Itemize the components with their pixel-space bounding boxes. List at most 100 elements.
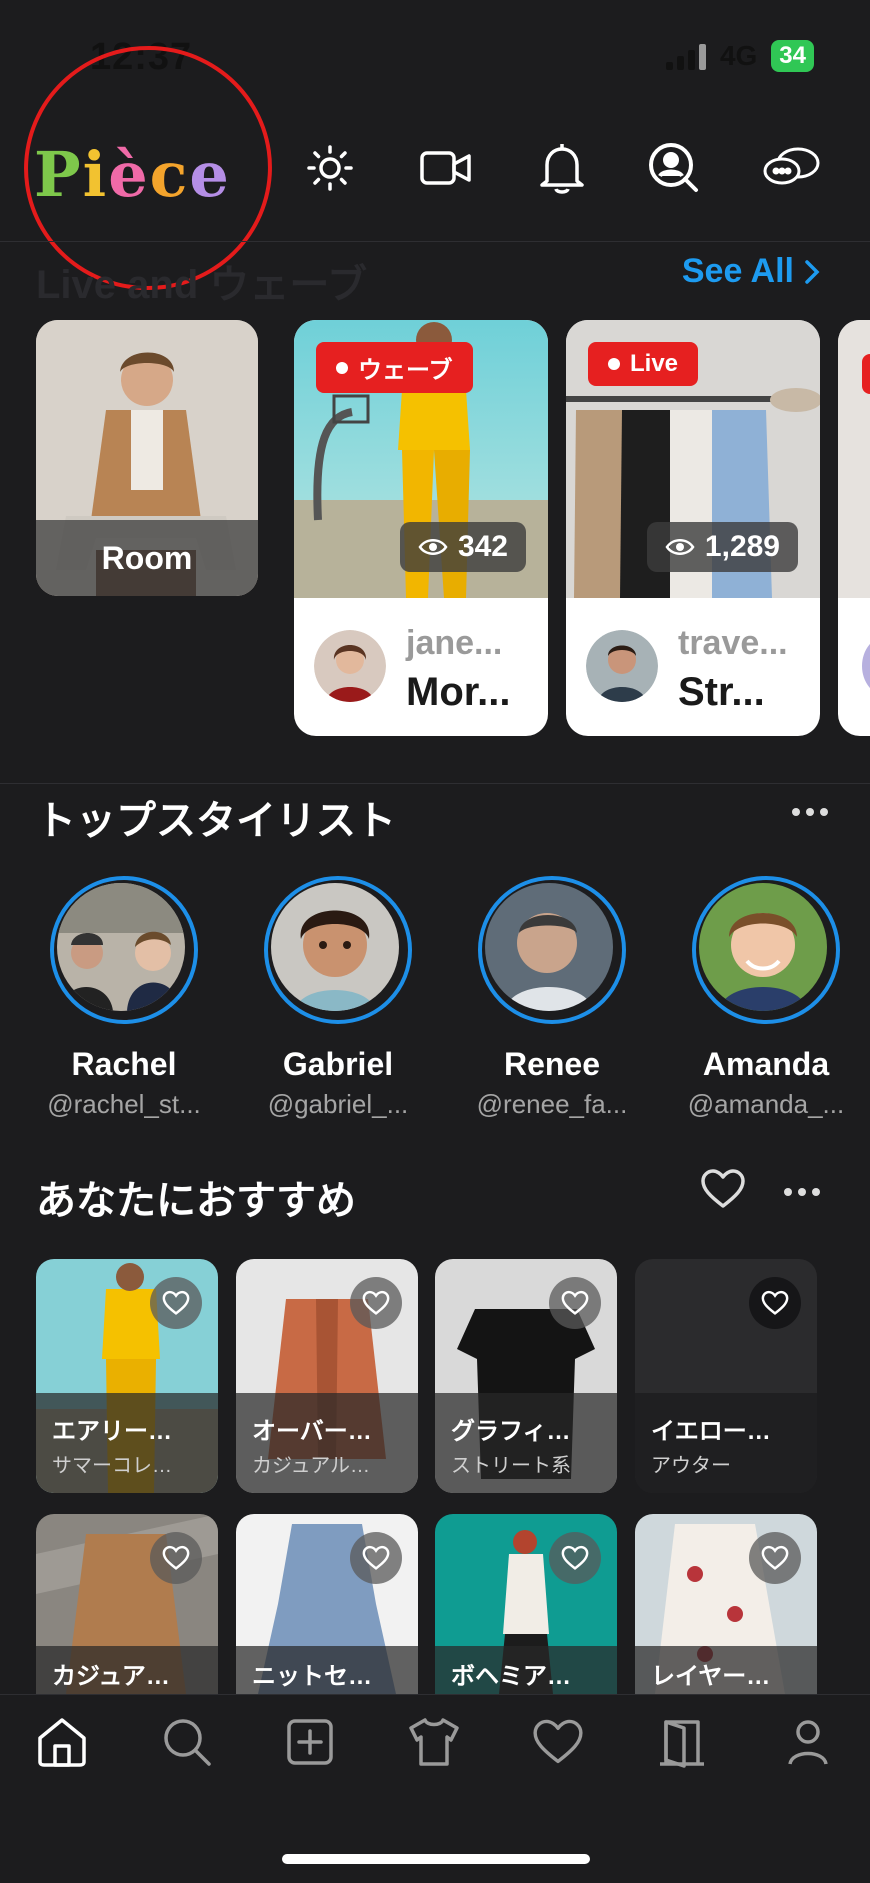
heart-icon [162,1290,190,1315]
stylist-item[interactable]: Rachel @rachel_st... [24,876,224,1120]
room-card[interactable]: Room [36,320,258,596]
product-card[interactable]: ニットセ… [236,1514,418,1694]
stylist-item[interactable]: Amanda @amanda_... [666,876,866,1120]
like-button[interactable] [549,1277,601,1329]
bell-icon[interactable] [534,140,590,196]
product-title: イエロー… [651,1418,771,1445]
eye-icon [665,539,695,555]
product-card[interactable]: イエロー… アウター [635,1259,817,1493]
chat-bubbles-icon[interactable] [760,140,824,196]
stylist-name: Amanda [702,1046,830,1082]
see-all-label: See All [681,252,794,290]
product-card[interactable]: カジュア… [36,1514,218,1694]
stylist-name: Renee [503,1046,601,1082]
product-title: オーバー… [252,1418,372,1445]
network-label: 4G [719,40,758,71]
like-button[interactable] [350,1532,402,1584]
product-card[interactable]: レイヤー… [635,1514,817,1694]
chevron-right-icon [805,259,820,284]
stylists-section-title: トップスタイリスト [36,799,396,843]
stylist-item[interactable]: Gabriel @gabriel_... [238,876,438,1120]
product-label: カジュア… [36,1646,218,1694]
stylist-handle: @renee_fa... [476,1089,628,1119]
live-username: jane... [406,624,503,662]
view-count: 1,289 [646,522,798,572]
live-badge: Live [588,342,699,386]
status-indicators: 4G 34 [665,40,814,72]
product-title: グラフィ… [451,1418,571,1445]
heart-icon [761,1290,789,1315]
more-options-icon[interactable] [790,800,830,829]
search-icon[interactable] [155,1710,219,1774]
heart-icon [561,1545,589,1570]
home-icon[interactable] [30,1710,94,1774]
stylist-name: Rachel [71,1046,177,1082]
heart-icon [162,1545,190,1570]
heart-icon[interactable] [526,1710,590,1774]
section-divider [0,783,870,784]
profile-search-icon[interactable] [646,140,702,196]
avatar [478,876,626,1024]
battery-indicator: 34 [771,40,814,72]
shirt-icon[interactable] [402,1710,466,1774]
like-button[interactable] [150,1532,202,1584]
wave-badge: ウェーブ [316,342,473,393]
avatar [50,876,198,1024]
live-title: Mor... [406,670,511,714]
like-button[interactable] [749,1532,801,1584]
stylist-handle: @amanda_... [687,1089,845,1119]
favorite-heart-icon[interactable] [700,1168,746,1215]
like-button[interactable] [749,1277,801,1329]
heart-icon [362,1290,390,1315]
product-subtitle: カジュアル… [252,1455,370,1477]
see-all-link[interactable]: See All [682,252,820,291]
live-card-partial[interactable] [838,320,870,736]
live-card[interactable]: ウェーブ 342 jane... Mor... [294,320,548,736]
video-camera-icon[interactable] [418,140,474,196]
product-subtitle: サマーコレ… [52,1455,172,1477]
signal-icon [665,42,706,70]
product-title: エアリー… [52,1418,172,1445]
like-button[interactable] [350,1277,402,1329]
more-options-icon[interactable] [782,1180,822,1209]
stylist-name: Gabriel [282,1046,394,1082]
like-button[interactable] [549,1532,601,1584]
live-username: trave... [678,624,788,662]
avatar [264,876,412,1024]
product-label: ニットセ… [236,1646,418,1694]
home-indicator [282,1854,590,1864]
product-card[interactable]: オーバー… カジュアル… [236,1259,418,1493]
product-title: カジュア… [52,1663,170,1690]
product-card[interactable]: エアリー… サマーコレ… [36,1259,218,1493]
stylist-handle: @gabriel_... [267,1089,409,1119]
product-subtitle: アウター [651,1455,731,1477]
like-button[interactable] [150,1277,202,1329]
sun-icon[interactable] [302,140,358,196]
live-title: Str... [678,670,765,714]
product-label: オーバー… カジュアル… [236,1393,418,1493]
view-count: 342 [399,522,526,572]
product-card[interactable]: ボヘミア… [435,1514,617,1694]
avatar [586,630,658,702]
product-label: ボヘミア… [435,1646,617,1694]
product-subtitle: ストリート系 [451,1455,571,1477]
heart-icon [362,1545,390,1570]
stylist-item[interactable]: Renee @renee_fa... [452,876,652,1120]
product-label: グラフィ… ストリート系 [435,1393,617,1493]
room-label: Room [36,520,258,596]
live-section-title: Live and ウェーブ [36,263,367,307]
avatar [692,876,840,1024]
live-card[interactable]: Live 1,289 trave... Str... [566,320,820,736]
header-divider [0,241,870,242]
heart-icon [561,1290,589,1315]
product-label: イエロー… アウター [635,1393,817,1493]
door-icon[interactable] [650,1710,714,1774]
product-label: レイヤー… [635,1646,817,1694]
product-card[interactable]: グラフィ… ストリート系 [435,1259,617,1493]
product-title: レイヤー… [651,1663,771,1690]
add-icon[interactable] [278,1710,342,1774]
heart-icon [761,1545,789,1570]
profile-icon[interactable] [776,1710,840,1774]
recommend-section-title: あなたにおすすめ [36,1179,356,1223]
product-title: ニットセ… [252,1663,372,1690]
